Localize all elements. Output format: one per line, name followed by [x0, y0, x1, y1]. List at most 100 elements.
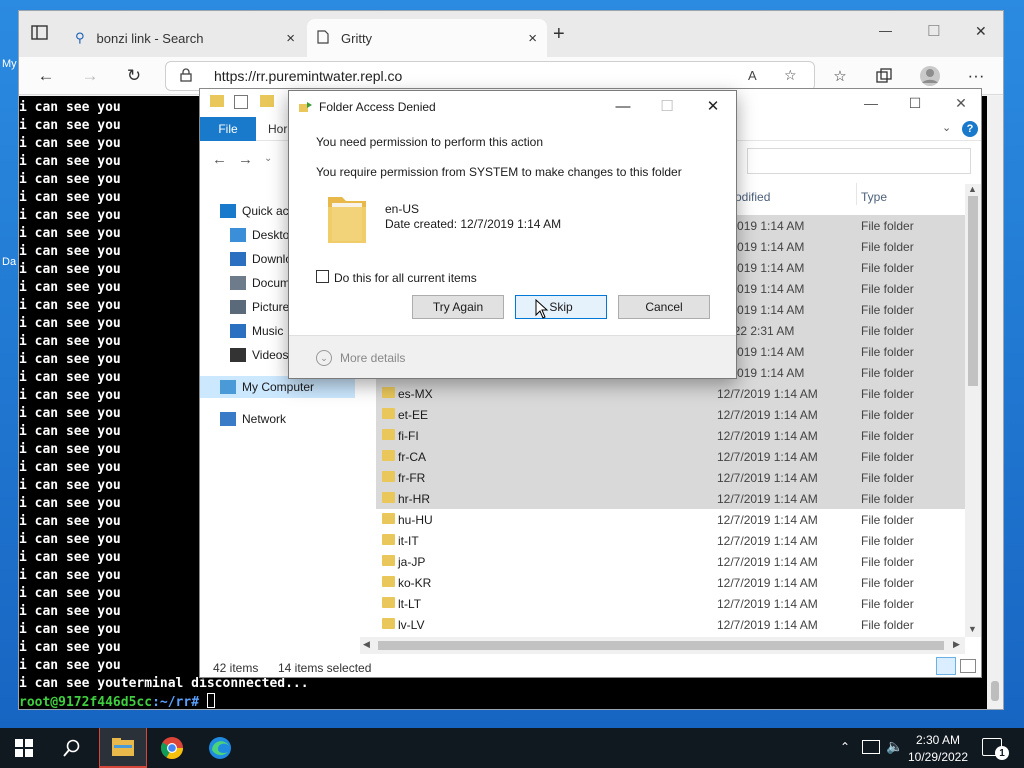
large-icons-view-icon[interactable]	[960, 659, 976, 673]
maximize-button[interactable]: ☐	[927, 22, 940, 40]
file-row[interactable]: hu-HU 12/7/2019 1:14 AM File folder	[376, 509, 965, 530]
column-divider[interactable]	[856, 183, 857, 205]
ribbon-home-tab[interactable]: Hor	[268, 122, 287, 136]
nav-item[interactable]: Network	[220, 408, 360, 430]
file-list-hscrollbar[interactable]: ◀ ▶	[360, 637, 965, 654]
scroll-left-icon[interactable]: ◀	[363, 639, 370, 650]
back-button[interactable]: ←	[33, 64, 59, 88]
folder-icon	[382, 408, 395, 419]
taskbar-file-explorer[interactable]	[99, 728, 147, 768]
taskbar-chrome[interactable]	[148, 728, 196, 768]
explorer-minimize-button[interactable]: —	[856, 93, 886, 113]
read-aloud-icon[interactable]: A	[748, 68, 757, 83]
file-row[interactable]: fi-FI 12/7/2019 1:14 AM File folder	[376, 425, 965, 446]
close-tab-icon[interactable]: ×	[528, 30, 537, 47]
file-row[interactable]: et-EE 12/7/2019 1:14 AM File folder	[376, 404, 965, 425]
file-row[interactable]: lv-LV 12/7/2019 1:14 AM File folder	[376, 614, 965, 635]
cancel-button[interactable]: Cancel	[618, 295, 710, 319]
nav-item-label: Deskto	[252, 228, 290, 242]
tab-bonzi-search[interactable]: ⚲ bonzi link - Search ×	[65, 19, 305, 57]
clock-date[interactable]: 10/29/2022	[906, 750, 970, 764]
terminal-line: i can see you	[19, 568, 121, 583]
clock-time[interactable]: 2:30 AM	[912, 733, 964, 747]
chevron-down-icon[interactable]: ⌄	[316, 350, 332, 366]
column-type[interactable]: Type	[861, 190, 887, 204]
new-tab-button[interactable]: +	[553, 23, 565, 46]
folder-icon	[382, 492, 395, 503]
apply-to-all-checkbox[interactable]	[316, 270, 329, 283]
dialog-close-button[interactable]: ✕	[699, 96, 727, 116]
volume-icon[interactable]: 🔈	[886, 738, 903, 755]
search-icon[interactable]	[48, 728, 96, 768]
dialog-title: Folder Access Denied	[319, 100, 436, 114]
file-type: File folder	[861, 366, 914, 380]
terminal-line: i can see you	[19, 622, 121, 637]
skip-button[interactable]: Skip	[515, 295, 607, 319]
explorer-forward-icon[interactable]: →	[238, 151, 253, 168]
chevron-down-icon[interactable]: ⌄	[942, 121, 951, 134]
file-row[interactable]: hr-HR 12/7/2019 1:14 AM File folder	[376, 488, 965, 509]
file-row[interactable]: es-MX 12/7/2019 1:14 AM File folder	[376, 383, 965, 404]
file-row[interactable]: fr-FR 12/7/2019 1:14 AM File folder	[376, 467, 965, 488]
explorer-close-button[interactable]: ✕	[946, 93, 976, 113]
vscroll-thumb[interactable]	[968, 196, 978, 386]
favorites-icon[interactable]: ☆	[827, 64, 853, 88]
collections-icon[interactable]	[871, 64, 897, 88]
explorer-search-input[interactable]	[747, 148, 971, 174]
ribbon-file-tab[interactable]: File	[200, 117, 256, 141]
minimize-button[interactable]: —	[879, 23, 892, 38]
try-again-button[interactable]: Try Again	[412, 295, 504, 319]
help-icon[interactable]: ?	[962, 121, 978, 137]
dialog-minimize-button[interactable]: —	[609, 96, 637, 116]
file-row[interactable]: it-IT 12/7/2019 1:14 AM File folder	[376, 530, 965, 551]
file-name: ja-JP	[398, 555, 426, 569]
more-menu-button[interactable]: ···	[963, 64, 989, 88]
file-row[interactable]: fr-CA 12/7/2019 1:14 AM File folder	[376, 446, 965, 467]
nav-item-label: Quick ac	[242, 204, 289, 218]
tab-strip: ⚲ bonzi link - Search × Gritty × + — ☐ ✕	[19, 11, 1003, 57]
url-text: https://rr.puremintwater.repl.co	[214, 68, 403, 84]
scroll-right-icon[interactable]: ▶	[953, 639, 960, 650]
file-type: File folder	[861, 492, 914, 506]
details-view-icon[interactable]	[936, 657, 956, 675]
address-bar[interactable]: https://rr.puremintwater.repl.co A ☆	[165, 61, 815, 91]
page-scrollbar-thumb[interactable]	[991, 681, 999, 701]
page-scrollbar[interactable]	[987, 96, 1003, 709]
document-icon	[230, 276, 246, 290]
mouse-cursor-icon	[535, 298, 549, 322]
profile-avatar[interactable]	[917, 64, 943, 88]
close-window-button[interactable]: ✕	[975, 23, 987, 40]
more-details-toggle[interactable]: More details	[340, 351, 405, 365]
reload-button[interactable]: ↻	[121, 64, 147, 88]
network-icon[interactable]	[862, 740, 880, 754]
add-favorite-icon[interactable]: ☆	[784, 67, 797, 84]
tab-gritty[interactable]: Gritty ×	[307, 19, 547, 57]
recent-locations-icon[interactable]: ⌄	[264, 153, 272, 164]
terminal-line: i can see you	[19, 388, 121, 403]
dialog-footer: ⌄ More details	[289, 335, 736, 378]
start-button[interactable]	[0, 728, 48, 768]
file-list-vscrollbar[interactable]: ▲ ▼	[965, 184, 981, 637]
scroll-up-icon[interactable]: ▲	[968, 184, 977, 194]
tab-actions-icon[interactable]	[31, 25, 51, 43]
terminal-line: i can see you	[19, 298, 121, 313]
file-row[interactable]: lt-LT 12/7/2019 1:14 AM File folder	[376, 593, 965, 614]
file-type: File folder	[861, 387, 914, 401]
file-row[interactable]: ko-KR 12/7/2019 1:14 AM File folder	[376, 572, 965, 593]
apply-to-all-label[interactable]: Do this for all current items	[334, 271, 477, 285]
forward-button[interactable]: →	[77, 64, 103, 88]
file-row[interactable]: ja-JP 12/7/2019 1:14 AM File folder	[376, 551, 965, 572]
folder-icon	[382, 387, 395, 398]
file-date-modified: 12/7/2019 1:14 AM	[717, 408, 818, 422]
terminal-prompt[interactable]: root@9172f446d5cc:~/rr#	[19, 693, 215, 712]
properties-icon[interactable]	[234, 95, 248, 109]
close-tab-icon[interactable]: ×	[286, 30, 295, 47]
explorer-maximize-button[interactable]: ☐	[900, 93, 930, 113]
scroll-down-icon[interactable]: ▼	[968, 624, 977, 634]
taskbar-edge[interactable]	[196, 728, 244, 768]
new-folder-icon[interactable]	[260, 95, 274, 107]
chevron-up-icon[interactable]: ⌃	[840, 740, 850, 754]
hscroll-thumb[interactable]	[378, 641, 944, 650]
nav-item[interactable]: My Computer	[220, 376, 360, 398]
explorer-back-icon[interactable]: ←	[212, 151, 227, 168]
